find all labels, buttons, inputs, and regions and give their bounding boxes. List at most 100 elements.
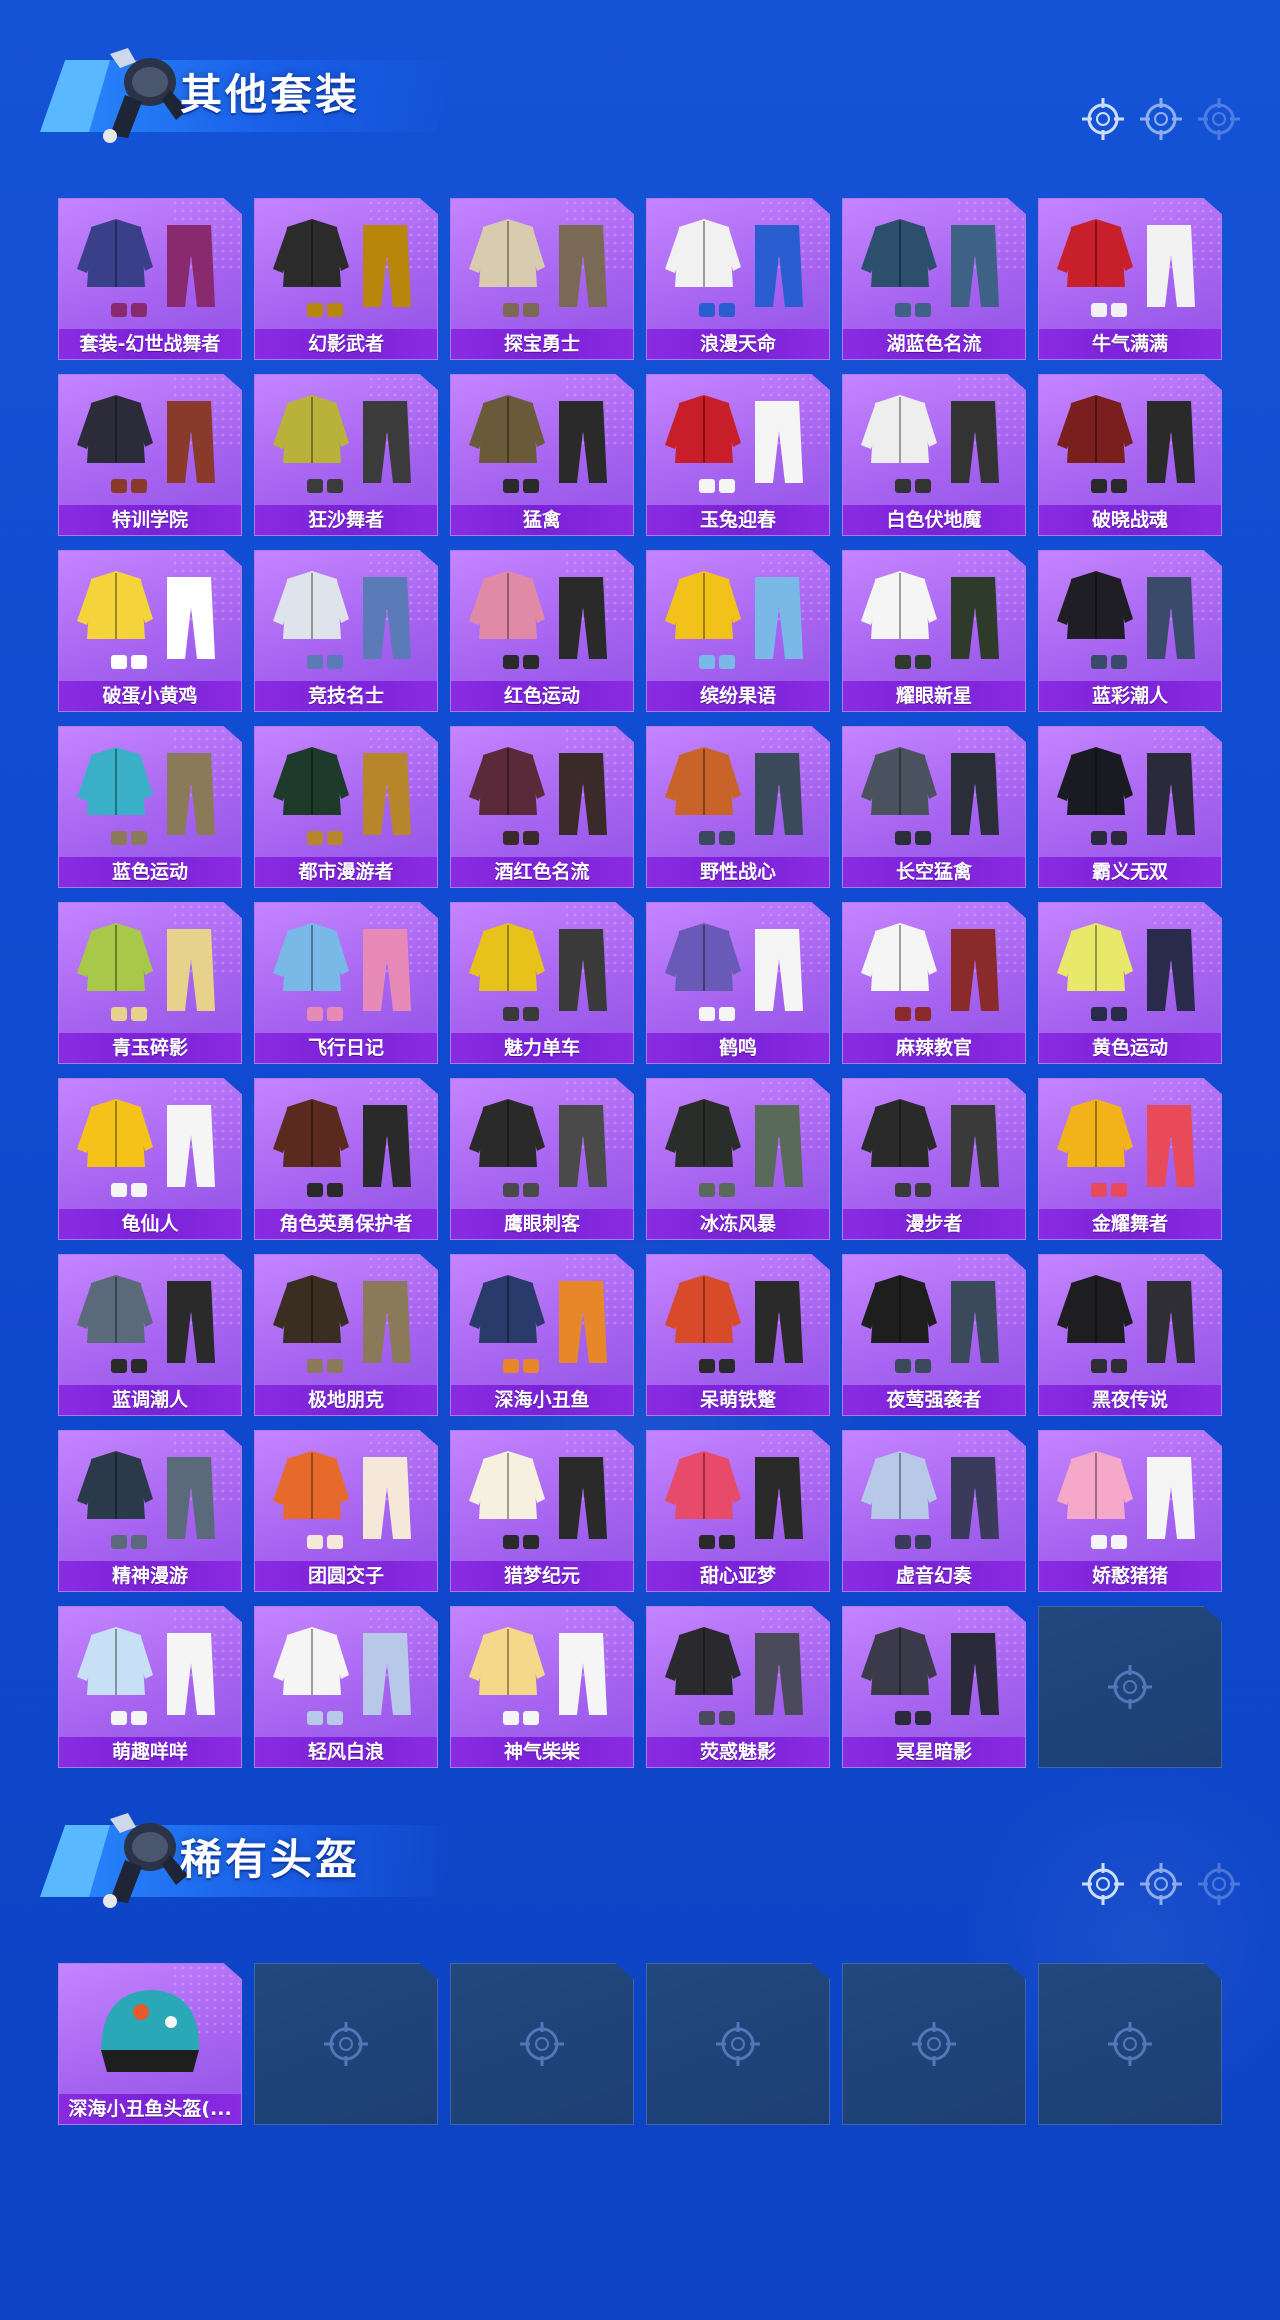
outfit-card[interactable]: 探宝勇士 (450, 198, 634, 360)
outfit-card[interactable]: 耀眼新星 (842, 550, 1026, 712)
outfit-icon (77, 1627, 215, 1725)
outfit-card[interactable]: 酒红色名流 (450, 726, 634, 888)
item-name: 竞技名士 (255, 681, 437, 711)
outfit-icon (273, 747, 411, 845)
outfit-card[interactable]: 黑夜传说 (1038, 1254, 1222, 1416)
item-name: 轻风白浪 (255, 1737, 437, 1767)
outfit-card[interactable]: 甜心亚梦 (646, 1430, 830, 1592)
item-name: 幻影武者 (255, 329, 437, 359)
section-header: 稀有头盔 (30, 1805, 460, 1915)
empty-slot[interactable] (1038, 1606, 1222, 1768)
outfit-card[interactable]: 夜莺强袭者 (842, 1254, 1026, 1416)
outfit-icon (77, 571, 215, 669)
helmet-card[interactable]: 深海小丑鱼头盔(... (58, 1963, 242, 2125)
outfit-card[interactable]: 猎梦纪元 (450, 1430, 634, 1592)
outfit-card[interactable]: 娇憨猪猪 (1038, 1430, 1222, 1592)
outfit-card[interactable]: 缤纷果语 (646, 550, 830, 712)
outfit-card[interactable]: 漫步者 (842, 1078, 1026, 1240)
item-name: 夜莺强袭者 (843, 1385, 1025, 1415)
outfit-card[interactable]: 极地朋克 (254, 1254, 438, 1416)
outfit-card[interactable]: 青玉碎影 (58, 902, 242, 1064)
outfit-card[interactable]: 呆萌铁蹩 (646, 1254, 830, 1416)
outfit-card[interactable]: 竞技名士 (254, 550, 438, 712)
item-name: 耀眼新星 (843, 681, 1025, 711)
outfit-icon (469, 1275, 607, 1373)
outfit-card[interactable]: 长空猛禽 (842, 726, 1026, 888)
outfit-card[interactable]: 轻风白浪 (254, 1606, 438, 1768)
outfit-card[interactable]: 湖蓝色名流 (842, 198, 1026, 360)
outfit-card[interactable]: 冰冻风暴 (646, 1078, 830, 1240)
item-name: 深海小丑鱼头盔(... (59, 2094, 241, 2124)
item-name: 冥星暗影 (843, 1737, 1025, 1767)
outfit-card[interactable]: 荧惑魅影 (646, 1606, 830, 1768)
item-name: 蓝调潮人 (59, 1385, 241, 1415)
item-name: 鹰眼刺客 (451, 1209, 633, 1239)
outfit-icon (77, 1451, 215, 1549)
outfit-icon (665, 395, 803, 493)
outfit-icon (469, 219, 607, 317)
outfit-card[interactable]: 猛禽 (450, 374, 634, 536)
crosshair-icon (1082, 98, 1124, 140)
section-title: 其他套装 (180, 70, 361, 119)
outfit-card[interactable]: 魅力单车 (450, 902, 634, 1064)
outfit-icon (469, 395, 607, 493)
outfit-icon (1057, 747, 1195, 845)
outfit-card[interactable]: 深海小丑鱼 (450, 1254, 634, 1416)
outfit-card[interactable]: 特训学院 (58, 374, 242, 536)
outfit-card[interactable]: 野性战心 (646, 726, 830, 888)
outfit-card[interactable]: 精神漫游 (58, 1430, 242, 1592)
outfit-card[interactable]: 萌趣咩咩 (58, 1606, 242, 1768)
empty-slot[interactable] (646, 1963, 830, 2125)
outfit-card[interactable]: 冥星暗影 (842, 1606, 1026, 1768)
outfit-card[interactable]: 红色运动 (450, 550, 634, 712)
item-name: 破晓战魂 (1039, 505, 1221, 535)
item-name: 龟仙人 (59, 1209, 241, 1239)
item-name: 野性战心 (647, 857, 829, 887)
item-name: 猛禽 (451, 505, 633, 535)
outfit-card[interactable]: 蓝彩潮人 (1038, 550, 1222, 712)
outfit-card[interactable]: 破蛋小黄鸡 (58, 550, 242, 712)
outfit-icon (469, 1451, 607, 1549)
outfit-card[interactable]: 团圆交子 (254, 1430, 438, 1592)
outfit-card[interactable]: 蓝色运动 (58, 726, 242, 888)
empty-slot[interactable] (1038, 1963, 1222, 2125)
outfit-card[interactable]: 飞行日记 (254, 902, 438, 1064)
section-header: 其他套装 (30, 40, 460, 150)
outfit-icon (77, 219, 215, 317)
item-name: 极地朋克 (255, 1385, 437, 1415)
outfit-card[interactable]: 玉兔迎春 (646, 374, 830, 536)
item-name: 黑夜传说 (1039, 1385, 1221, 1415)
outfit-icon (861, 1451, 999, 1549)
outfit-card[interactable]: 麻辣教官 (842, 902, 1026, 1064)
item-name: 长空猛禽 (843, 857, 1025, 887)
outfit-card[interactable]: 鹰眼刺客 (450, 1078, 634, 1240)
outfit-card[interactable]: 牛气满满 (1038, 198, 1222, 360)
item-name: 狂沙舞者 (255, 505, 437, 535)
outfit-card[interactable]: 黄色运动 (1038, 902, 1222, 1064)
outfit-card[interactable]: 龟仙人 (58, 1078, 242, 1240)
outfit-card[interactable]: 蓝调潮人 (58, 1254, 242, 1416)
empty-slot-icon (324, 2022, 368, 2066)
outfit-card[interactable]: 都市漫游者 (254, 726, 438, 888)
item-name: 玉兔迎春 (647, 505, 829, 535)
outfit-card[interactable]: 角色英勇保护者 (254, 1078, 438, 1240)
outfit-icon (665, 1099, 803, 1197)
outfit-card[interactable]: 套装-幻世战舞者 (58, 198, 242, 360)
outfit-card[interactable]: 霸义无双 (1038, 726, 1222, 888)
empty-slot[interactable] (842, 1963, 1026, 2125)
outfit-card[interactable]: 浪漫天命 (646, 198, 830, 360)
outfit-card[interactable]: 白色伏地魔 (842, 374, 1026, 536)
item-name: 酒红色名流 (451, 857, 633, 887)
outfit-card[interactable]: 破晓战魂 (1038, 374, 1222, 536)
outfit-card[interactable]: 狂沙舞者 (254, 374, 438, 536)
item-name: 萌趣咩咩 (59, 1737, 241, 1767)
outfit-card[interactable]: 神气柴柴 (450, 1606, 634, 1768)
outfit-card[interactable]: 虚音幻奏 (842, 1430, 1026, 1592)
outfit-card[interactable]: 金耀舞者 (1038, 1078, 1222, 1240)
outfit-card[interactable]: 幻影武者 (254, 198, 438, 360)
outfit-card[interactable]: 鹤鸣 (646, 902, 830, 1064)
empty-slot[interactable] (254, 1963, 438, 2125)
empty-slot[interactable] (450, 1963, 634, 2125)
crosshair-icon (1198, 98, 1240, 140)
item-name: 金耀舞者 (1039, 1209, 1221, 1239)
